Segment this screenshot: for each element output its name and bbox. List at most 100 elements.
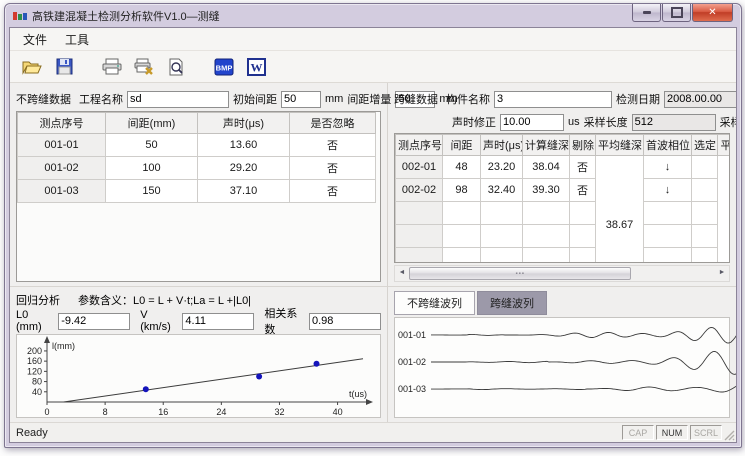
app-icon (13, 12, 27, 20)
column-header: 剔除 (570, 135, 596, 156)
component-name-label: 构件名称 (446, 91, 490, 107)
table-cell (570, 225, 596, 248)
table-cell[interactable]: 38.04 (523, 156, 570, 179)
table-cell[interactable]: 否 (290, 157, 376, 180)
scroll-right-arrow-icon[interactable]: ► (715, 266, 729, 279)
noncrack-panel-title: 不跨缝数据 (16, 91, 71, 107)
test-date-input[interactable] (664, 91, 737, 108)
close-button[interactable]: ✕ (692, 4, 733, 22)
export-word-button[interactable]: W (242, 53, 270, 80)
export-bmp-button[interactable]: BMP (210, 53, 238, 80)
table-cell[interactable]: 98 (443, 179, 481, 202)
table-cell[interactable]: ↓ (644, 156, 692, 179)
sample-length-label: 采样长度 (584, 114, 628, 130)
crack-data-table: 测点序号间距声时(μs)计算缝深剔除平均缝深首波相位选定平均缝深002-0148… (394, 133, 730, 263)
minimize-button[interactable] (632, 4, 661, 22)
component-name-input[interactable] (494, 91, 612, 108)
velocity-input[interactable] (182, 313, 254, 330)
table-cell[interactable]: 39.30 (523, 179, 570, 202)
project-name-input[interactable] (127, 91, 229, 108)
table-cell (692, 248, 718, 264)
minimize-icon (643, 11, 651, 14)
open-file-button[interactable] (18, 53, 46, 80)
svg-text:t(us): t(us) (349, 389, 367, 399)
svg-text:8: 8 (103, 407, 108, 417)
word-icon: W (247, 58, 266, 76)
menu-file[interactable]: 文件 (14, 29, 56, 50)
window-body: 文件 工具 (9, 27, 737, 443)
tab-crack-waves[interactable]: 跨缝波列 (477, 291, 547, 315)
title-bar: 高铁建混凝土检测分析软件V1.0—测缝 ✕ (5, 4, 741, 27)
column-header: 声时(μs) (481, 135, 523, 156)
resize-grip-icon[interactable] (723, 429, 735, 441)
table-cell[interactable]: 23.20 (481, 156, 523, 179)
table-cell[interactable]: 否 (290, 134, 376, 157)
table-row: 001-015013.60否 (18, 134, 376, 157)
table-cell[interactable]: 29.20 (198, 157, 290, 180)
table-cell[interactable]: ↓ (644, 179, 692, 202)
svg-text:BMP: BMP (216, 63, 233, 72)
l0-input[interactable] (58, 313, 130, 330)
num-lock-indicator: NUM (656, 425, 688, 440)
menu-bar: 文件 工具 (10, 28, 736, 51)
maximize-icon (671, 7, 683, 18)
crack-fields-row1: 跨缝数据 构件名称 检测日期 初始间距 mm (394, 87, 730, 111)
crack-panel-title: 跨缝数据 (394, 91, 438, 107)
table-cell[interactable]: 150 (106, 180, 198, 203)
waveform-trace (431, 385, 737, 392)
tab-noncrack-waves[interactable]: 不跨缝波列 (394, 291, 475, 315)
panel-regression: 回归分析 参数含义：L0 = L + V·t;La = L +|L0| L0 (… (10, 286, 388, 422)
table-cell (570, 202, 596, 225)
table-cell[interactable]: 100 (106, 157, 198, 180)
table-cell[interactable]: 001-02 (18, 157, 106, 180)
print-button[interactable] (98, 53, 126, 80)
correlation-input[interactable] (309, 313, 381, 330)
table-cell[interactable]: 否 (570, 179, 596, 202)
sound-time-correction-input[interactable] (500, 114, 564, 131)
sample-period-label: 采样周期 (720, 114, 737, 130)
column-header: 是否忽略 (290, 113, 376, 134)
table-cell[interactable]: 50 (106, 134, 198, 157)
table-cell (443, 225, 481, 248)
print-preview-icon (168, 58, 185, 76)
table-cell[interactable]: 48 (443, 156, 481, 179)
svg-text:l(mm): l(mm) (52, 341, 75, 351)
table-cell (396, 225, 443, 248)
waveform-trace (431, 352, 737, 375)
merged-cell (718, 156, 731, 264)
scrollbar-thumb[interactable]: ▪▪▪ (409, 267, 631, 280)
maximize-button[interactable] (662, 4, 691, 22)
table-cell[interactable]: 002-01 (396, 156, 443, 179)
scroll-left-arrow-icon[interactable]: ◄ (395, 266, 409, 279)
crack-table-hscrollbar[interactable]: ◄ ▪▪▪ ► (394, 265, 730, 282)
table-cell[interactable]: 32.40 (481, 179, 523, 202)
panel-noncrack-data: 不跨缝数据 工程名称 初始间距 mm 间距增量 mm 测点序号间距(mm)声时(… (10, 83, 388, 286)
table-cell[interactable]: 否 (290, 180, 376, 203)
initial-spacing-input[interactable] (281, 91, 321, 108)
table-cell (692, 202, 718, 225)
table-cell[interactable]: 002-02 (396, 179, 443, 202)
waveform-traces: 001-01001-02001-03 (395, 318, 737, 416)
menu-tools[interactable]: 工具 (56, 29, 98, 50)
table-cell[interactable]: 13.60 (198, 134, 290, 157)
table-cell[interactable]: 37.10 (198, 180, 290, 203)
regression-fields: L0 (mm) V (km/s) 相关系数 (16, 309, 381, 333)
table-cell[interactable]: 001-03 (18, 180, 106, 203)
printer-setup-icon (134, 58, 154, 75)
save-button[interactable] (50, 53, 78, 80)
print-setup-button[interactable] (130, 53, 158, 80)
column-header: 间距(mm) (106, 113, 198, 134)
table-cell[interactable]: 001-01 (18, 134, 106, 157)
desktop: 高铁建混凝土检测分析软件V1.0—测缝 ✕ 文件 工具 (0, 0, 745, 456)
sample-length-input[interactable] (632, 114, 716, 131)
svg-text:0: 0 (44, 407, 49, 417)
column-header: 声时(μs) (198, 113, 290, 134)
waveform-display: 001-01001-02001-03 (394, 317, 730, 418)
table-row: 002-029832.4039.30否 ↓ (396, 179, 731, 202)
panel-crack-data: 跨缝数据 构件名称 检测日期 初始间距 mm 声时修正 us 采样长度 (388, 83, 736, 286)
table-cell[interactable]: 否 (570, 156, 596, 179)
regression-title: 回归分析 (16, 292, 60, 308)
print-preview-button[interactable] (162, 53, 190, 80)
table-row: 001-0315037.10否 (18, 180, 376, 203)
table-cell (692, 179, 718, 202)
